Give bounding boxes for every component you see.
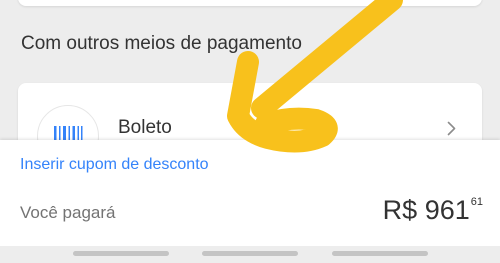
nav-pill-left[interactable]	[73, 251, 169, 256]
price-main: R$ 961	[382, 195, 470, 225]
payment-option-label: Boleto	[118, 117, 172, 138]
coupon-link[interactable]: Inserir cupom de desconto	[20, 156, 209, 174]
payment-summary-sheet: Inserir cupom de desconto Você pagará R$…	[0, 140, 500, 246]
price-cents: 61	[470, 196, 483, 208]
chevron-right-icon	[447, 121, 456, 141]
section-title: Com outros meios de pagamento	[21, 33, 302, 54]
nav-pill-center[interactable]	[202, 251, 298, 256]
total-price: R$ 96161	[383, 195, 483, 226]
nav-pill-right[interactable]	[332, 251, 428, 256]
total-label: Você pagará	[20, 203, 116, 222]
previous-payment-card[interactable]	[18, 0, 482, 6]
